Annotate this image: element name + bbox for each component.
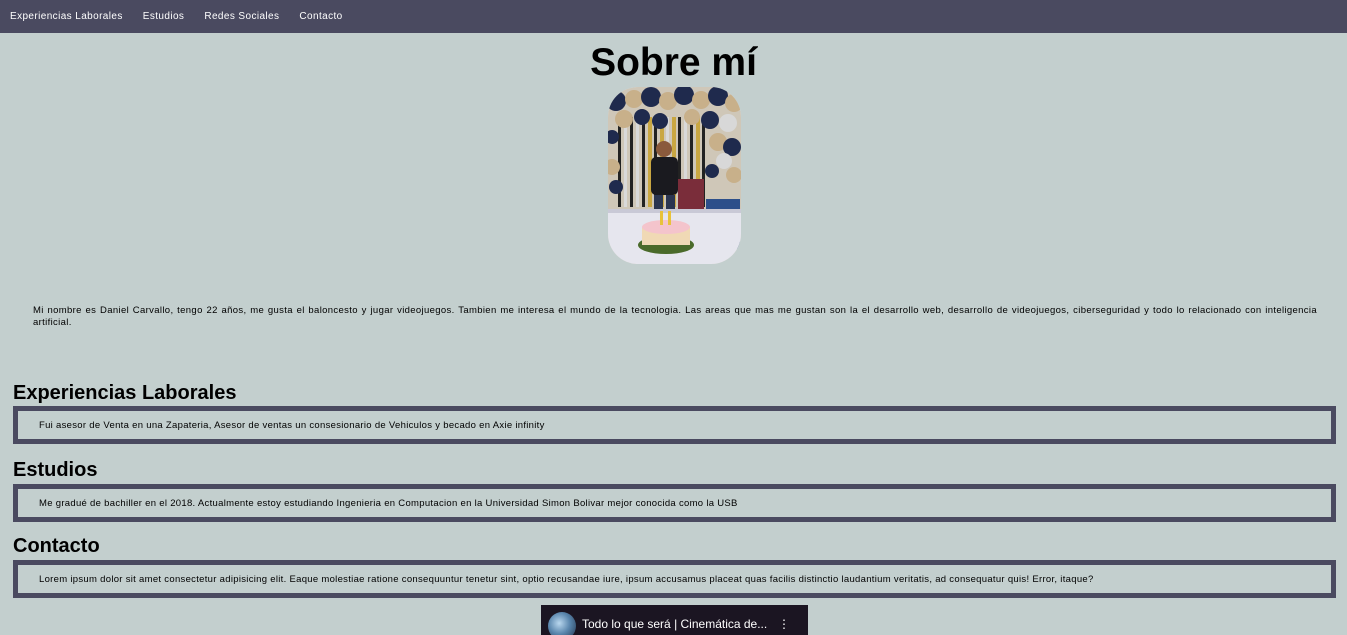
studies-box: Me gradué de bachiller en el 2018. Actua… [13, 484, 1336, 522]
nav-link-redes-sociales[interactable]: Redes Sociales [204, 11, 279, 22]
nav-link-estudios[interactable]: Estudios [143, 11, 185, 22]
about-text: Mi nombre es Daniel Carvallo, tengo 22 a… [33, 305, 1317, 328]
contact-box: Lorem ipsum dolor sit amet consectetur a… [13, 560, 1336, 598]
experience-text: Fui asesor de Venta en una Zapateria, As… [39, 419, 545, 431]
profile-photo [608, 87, 741, 264]
studies-text: Me gradué de bachiller en el 2018. Actua… [39, 497, 738, 509]
contact-heading: Contacto [13, 535, 100, 557]
studies-heading: Estudios [13, 459, 98, 481]
youtube-video-embed[interactable]: Todo lo que será | Cinemática de... ⋮ [541, 605, 808, 635]
more-vert-icon[interactable]: ⋮ [778, 618, 790, 630]
nav-link-contacto[interactable]: Contacto [299, 11, 342, 22]
video-title[interactable]: Todo lo que será | Cinemática de... [582, 617, 767, 631]
experience-heading: Experiencias Laborales [13, 382, 237, 404]
page-title: Sobre mí [590, 41, 757, 84]
navbar: Experiencias Laborales Estudios Redes So… [0, 0, 1347, 33]
contact-text: Lorem ipsum dolor sit amet consectetur a… [39, 573, 1094, 585]
nav-link-experiencias-laborales[interactable]: Experiencias Laborales [10, 11, 123, 22]
channel-avatar[interactable] [548, 612, 576, 635]
experience-box: Fui asesor de Venta en una Zapateria, As… [13, 406, 1336, 444]
